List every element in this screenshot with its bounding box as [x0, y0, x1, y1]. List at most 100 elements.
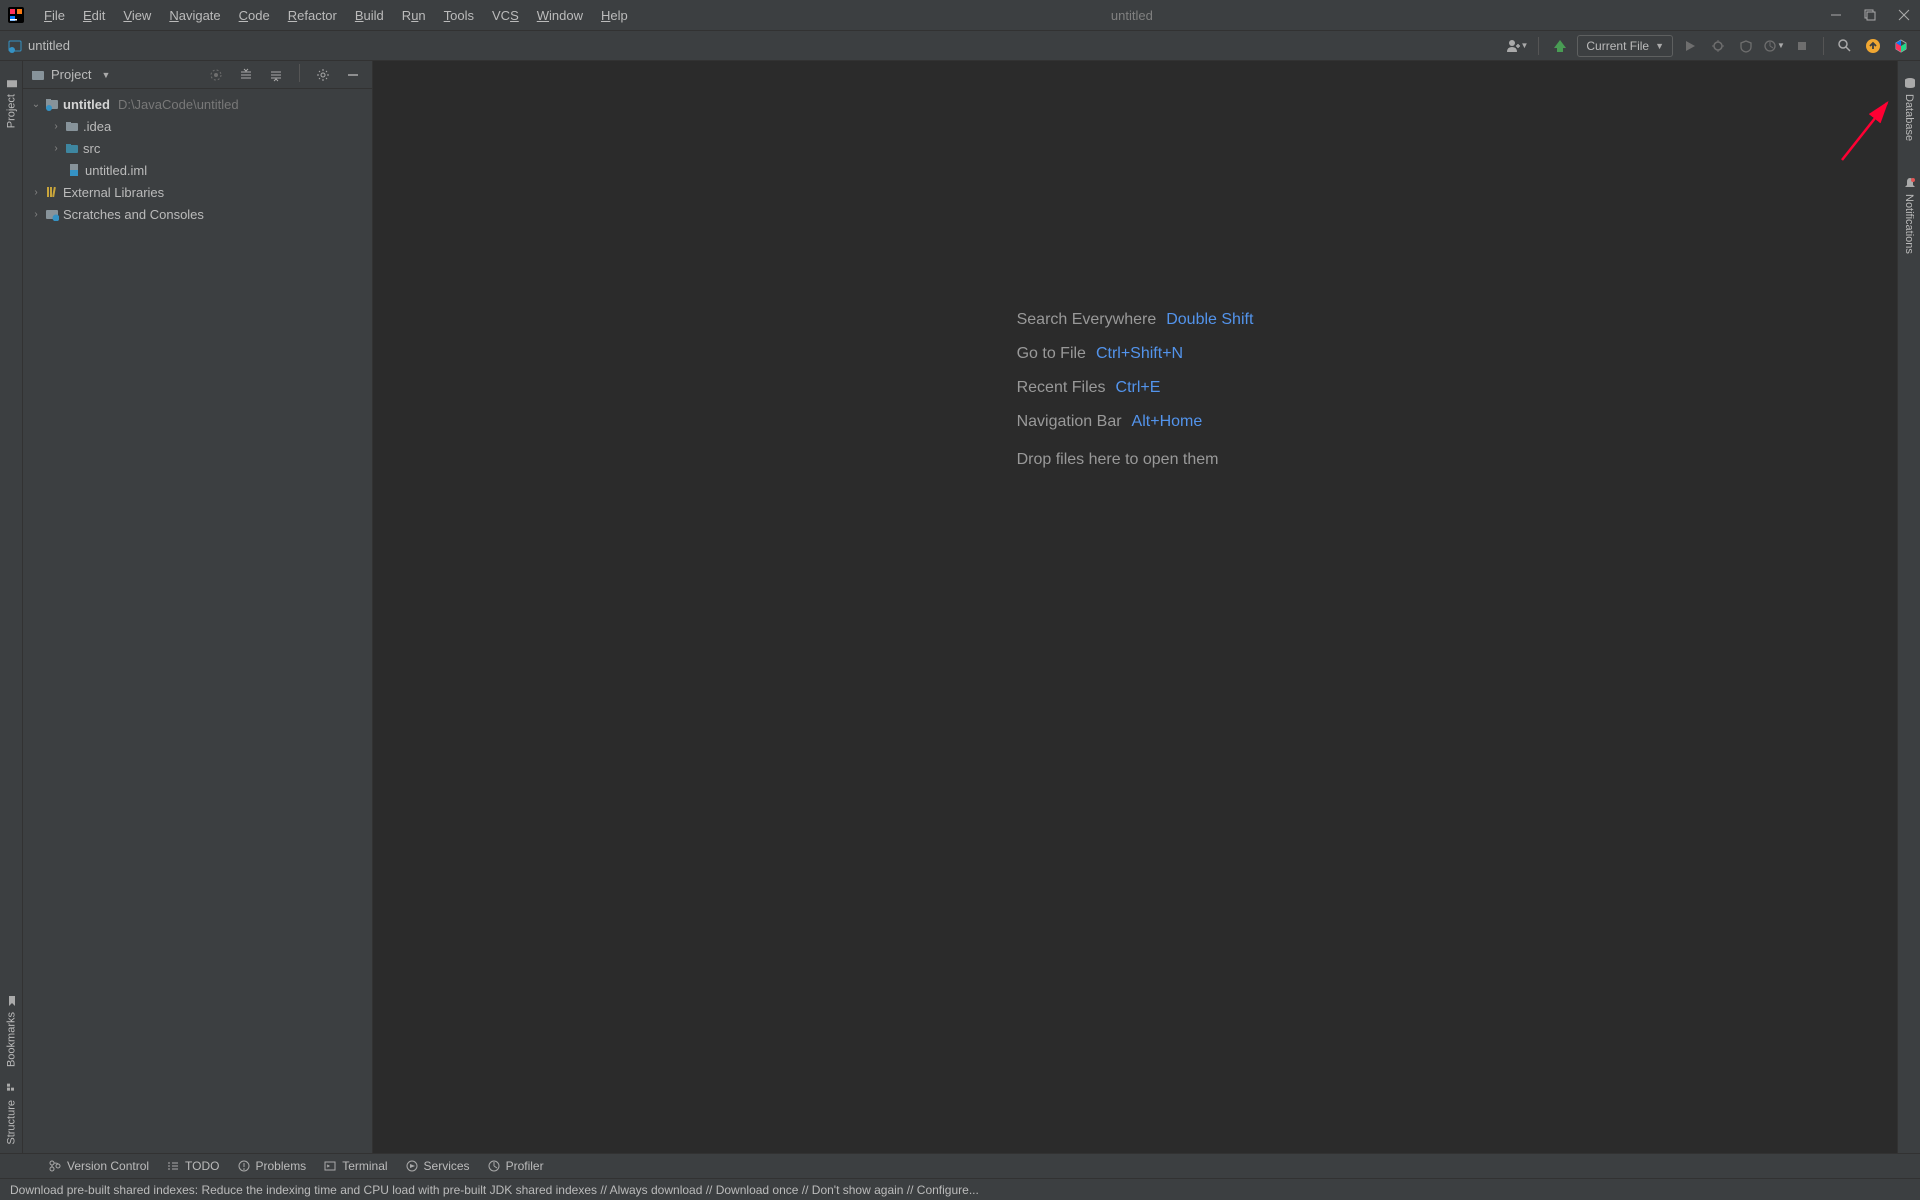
hint-goto-label: Go to File	[1017, 345, 1086, 363]
expand-arrow-icon[interactable]: ⌄	[31, 99, 41, 110]
tree-node-external-libs[interactable]: › External Libraries	[23, 181, 372, 203]
problems-label: Problems	[256, 1159, 307, 1173]
ide-features-icon[interactable]	[1890, 35, 1912, 57]
expand-arrow-icon[interactable]: ›	[51, 143, 61, 154]
menu-view[interactable]: View	[115, 4, 159, 27]
folder-icon	[65, 119, 79, 133]
profiler-label: Profiler	[506, 1159, 544, 1173]
expand-arrow-icon[interactable]: ›	[31, 209, 41, 220]
project-tool-tab[interactable]: Project	[3, 69, 20, 136]
build-button[interactable]	[1549, 35, 1571, 57]
app-icon	[8, 7, 24, 23]
close-button[interactable]	[1896, 7, 1912, 23]
bookmarks-tab-label: Bookmarks	[5, 1012, 17, 1067]
run-configuration-selector[interactable]: Current File ▼	[1577, 35, 1673, 57]
todo-label: TODO	[185, 1159, 219, 1173]
branch-icon	[49, 1160, 61, 1172]
coverage-button[interactable]	[1735, 35, 1757, 57]
window-controls	[1828, 7, 1912, 23]
editor-empty-state[interactable]: Search EverywhereDouble Shift Go to File…	[373, 61, 1897, 1153]
navigation-bar: untitled ▼ Current File ▼ ▼	[0, 31, 1920, 61]
divider	[1538, 37, 1539, 55]
services-icon	[406, 1160, 418, 1172]
database-tool-tab[interactable]: Database	[1901, 69, 1918, 149]
menu-edit[interactable]: Edit	[75, 4, 113, 27]
select-opened-file-button[interactable]	[205, 64, 227, 86]
terminal-tab[interactable]: Terminal	[324, 1159, 387, 1173]
terminal-icon	[324, 1160, 336, 1172]
status-message: Download pre-built shared indexes: Reduc…	[10, 1183, 979, 1197]
project-tab-label: Project	[5, 94, 17, 128]
profiler-tab[interactable]: Profiler	[488, 1159, 544, 1173]
settings-button[interactable]	[312, 64, 334, 86]
maximize-button[interactable]	[1862, 7, 1878, 23]
notifications-tab-label: Notifications	[1903, 194, 1915, 254]
tree-node-idea[interactable]: › .idea	[23, 115, 372, 137]
menu-build[interactable]: Build	[347, 4, 392, 27]
vcs-label: Version Control	[67, 1159, 149, 1173]
window-title: untitled	[436, 8, 1828, 23]
breadcrumb-project[interactable]: untitled	[28, 38, 70, 53]
module-icon	[8, 39, 22, 53]
bookmarks-tool-tab[interactable]: Bookmarks	[3, 987, 20, 1075]
profile-button[interactable]: ▼	[1763, 35, 1785, 57]
tree-label: External Libraries	[63, 185, 164, 200]
expand-all-button[interactable]	[235, 64, 257, 86]
version-control-tab[interactable]: Version Control	[49, 1159, 149, 1173]
chevron-down-icon: ▼	[1655, 41, 1664, 51]
bookmark-icon	[5, 995, 18, 1008]
tree-node-iml[interactable]: untitled.iml	[23, 159, 372, 181]
project-view-icon	[31, 68, 45, 82]
hint-search-label: Search Everywhere	[1017, 311, 1157, 329]
minimize-button[interactable]	[1828, 7, 1844, 23]
notifications-tool-tab[interactable]: Notifications	[1901, 169, 1918, 262]
bottom-tool-bar: Version Control TODO Problems Terminal S…	[0, 1153, 1920, 1178]
collapse-all-button[interactable]	[265, 64, 287, 86]
project-panel-header: Project ▼	[23, 61, 372, 89]
update-icon[interactable]	[1862, 35, 1884, 57]
tree-label: Scratches and Consoles	[63, 207, 204, 222]
search-button[interactable]	[1834, 35, 1856, 57]
stop-button[interactable]	[1791, 35, 1813, 57]
project-panel-label: Project	[51, 67, 91, 82]
tree-root-path: D:\JavaCode\untitled	[118, 97, 239, 112]
menu-run[interactable]: Run	[394, 4, 434, 27]
hint-recent-key: Ctrl+E	[1116, 379, 1161, 397]
expand-arrow-icon[interactable]: ›	[31, 187, 41, 198]
menu-refactor[interactable]: Refactor	[280, 4, 345, 27]
hide-button[interactable]	[342, 64, 364, 86]
list-icon	[167, 1160, 179, 1172]
hint-nav-label: Navigation Bar	[1017, 413, 1122, 431]
run-button[interactable]	[1679, 35, 1701, 57]
debug-button[interactable]	[1707, 35, 1729, 57]
project-panel-title[interactable]: Project ▼	[31, 67, 110, 82]
divider	[299, 64, 300, 82]
source-folder-icon	[65, 141, 79, 155]
module-icon	[45, 97, 59, 111]
tree-node-src[interactable]: › src	[23, 137, 372, 159]
divider	[1823, 37, 1824, 55]
structure-tool-tab[interactable]: Structure	[3, 1075, 20, 1153]
problems-tab[interactable]: Problems	[238, 1159, 307, 1173]
tree-label: untitled.iml	[85, 163, 147, 178]
hint-drop-label: Drop files here to open them	[1017, 451, 1254, 469]
project-tree: ⌄ untitled D:\JavaCode\untitled › .idea …	[23, 89, 372, 229]
services-label: Services	[424, 1159, 470, 1173]
run-config-label: Current File	[1586, 39, 1649, 53]
menu-file[interactable]: File	[36, 4, 73, 27]
todo-tab[interactable]: TODO	[167, 1159, 219, 1173]
right-tool-gutter: Database Notifications	[1897, 61, 1920, 1153]
add-user-button[interactable]: ▼	[1506, 35, 1528, 57]
tree-node-scratches[interactable]: › Scratches and Consoles	[23, 203, 372, 225]
left-tool-gutter: Project Bookmarks Structure	[0, 61, 23, 1153]
profiler-icon	[488, 1160, 500, 1172]
status-message-bar[interactable]: Download pre-built shared indexes: Reduc…	[0, 1178, 1920, 1200]
menu-navigate[interactable]: Navigate	[161, 4, 228, 27]
expand-arrow-icon[interactable]: ›	[51, 121, 61, 132]
database-icon	[1903, 77, 1916, 90]
terminal-label: Terminal	[342, 1159, 387, 1173]
tree-node-root[interactable]: ⌄ untitled D:\JavaCode\untitled	[23, 93, 372, 115]
menu-code[interactable]: Code	[231, 4, 278, 27]
main-area: Project Bookmarks Structure Project ▼	[0, 61, 1920, 1153]
services-tab[interactable]: Services	[406, 1159, 470, 1173]
